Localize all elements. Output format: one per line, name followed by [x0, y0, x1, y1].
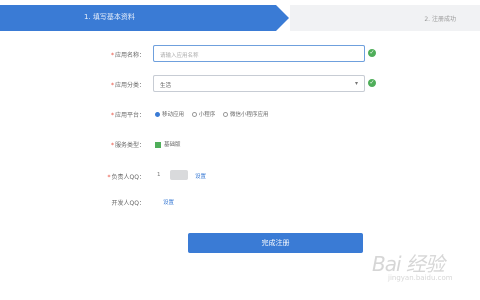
app-platform-row: *应用平台： 移动应用 小程序 微信小程序应用 [0, 105, 480, 125]
app-category-value: 生活 [160, 83, 172, 89]
step-basic-info: 1. 填写基本资料 [0, 5, 289, 31]
dev-qq-label: 开发人QQ： [111, 200, 145, 207]
valid-check-icon: ✓ [368, 49, 376, 57]
service-type-checkbox[interactable]: 基础版 [155, 140, 181, 148]
app-name-input[interactable]: 请输入应用名称 [153, 45, 365, 62]
owner-qq-row: *负责人QQ： 1 设置 [0, 167, 480, 187]
service-type-label: *服务类型： [110, 142, 145, 149]
app-category-row: *应用分类： 生活 ▾ ✓ [0, 75, 480, 95]
radio-icon [223, 112, 229, 117]
valid-check-icon: ✓ [368, 79, 376, 87]
owner-qq-prefix: 1 [157, 172, 161, 178]
dev-qq-set-link[interactable]: 设置 [163, 198, 174, 206]
step-basic-info-label: 1. 填写基本资料 [84, 13, 135, 21]
service-type-option: 基础版 [164, 142, 181, 148]
dev-qq-row: 开发人QQ： 设置 [0, 193, 480, 213]
step-registration-success: 2. 注册成功 [290, 5, 480, 31]
app-platform-label: *应用平台： [110, 112, 145, 119]
checkbox-checked-icon [155, 141, 161, 148]
complete-registration-button[interactable]: 完成注册 [188, 233, 363, 253]
step-progress-bar: 1. 填写基本资料 2. 注册成功 [0, 0, 480, 35]
owner-qq-set-link[interactable]: 设置 [195, 172, 206, 180]
platform-radio-mobile[interactable]: 移动应用 [155, 110, 184, 118]
app-category-select[interactable]: 生活 ▾ [153, 75, 365, 92]
app-name-row: *应用名称： 请输入应用名称 ✓ [0, 45, 480, 65]
baidu-jingyan-watermark: Bai 经验 [372, 252, 445, 276]
chevron-down-icon: ▾ [354, 80, 358, 87]
radio-selected-icon [155, 112, 160, 117]
app-category-label: *应用分类： [110, 82, 145, 89]
service-type-row: *服务类型： 基础版 [0, 135, 480, 155]
owner-qq-value-blurred [170, 170, 188, 180]
platform-radio-wechat-miniprogram[interactable]: 微信小程序应用 [223, 110, 269, 118]
platform-radio-miniprogram[interactable]: 小程序 [191, 110, 215, 118]
step-registration-success-label: 2. 注册成功 [424, 16, 456, 23]
owner-qq-label: *负责人QQ： [107, 174, 145, 181]
watermark-url: jingyan.baidu.com [388, 274, 453, 282]
app-name-label: *应用名称： [110, 52, 145, 59]
app-name-placeholder: 请输入应用名称 [160, 53, 199, 59]
platform-radio-group: 移动应用 小程序 微信小程序应用 [155, 110, 275, 118]
radio-icon [191, 112, 197, 117]
